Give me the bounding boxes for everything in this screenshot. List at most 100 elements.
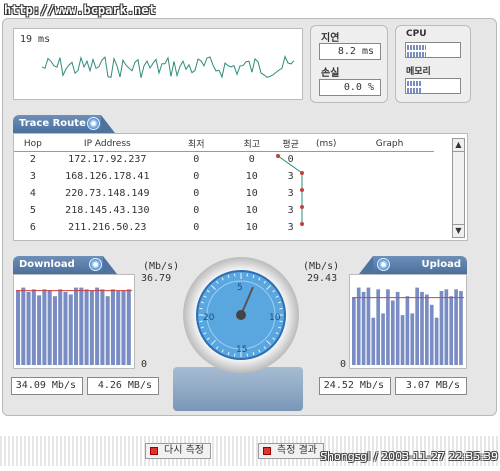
bar xyxy=(26,291,31,365)
graph-cell xyxy=(345,168,434,185)
retest-button[interactable]: 다시 측정 xyxy=(145,443,211,459)
retest-icon xyxy=(150,447,158,455)
unit-cell xyxy=(307,202,345,219)
bar xyxy=(434,317,439,365)
col-header-4: 평균 xyxy=(273,137,308,152)
bar xyxy=(100,289,105,365)
download-bars xyxy=(16,287,132,365)
bar xyxy=(47,290,52,365)
col-header-2: 최저 xyxy=(162,137,230,152)
hop-cell: 6 xyxy=(29,222,36,233)
trace-row[interactable]: 3 168.126.178.41 0 10 3 xyxy=(14,168,434,185)
col-header-1: IP Address xyxy=(51,137,163,152)
bar xyxy=(126,289,131,365)
system-panel: CPU 메모리 xyxy=(395,25,471,103)
download-max: 36.79 xyxy=(141,273,172,284)
upload-tab[interactable]: Upload xyxy=(373,256,467,274)
bar xyxy=(95,287,100,365)
download-chart xyxy=(13,274,135,369)
memory-bar-1 xyxy=(407,81,421,86)
trace-scrollbar[interactable]: ▲ ▼ xyxy=(452,138,465,238)
trace-route-tab[interactable]: Trace Route xyxy=(13,115,115,133)
bar xyxy=(74,287,79,365)
upload-icon[interactable] xyxy=(377,258,390,271)
latency-wave xyxy=(41,55,295,79)
upload-title: Upload xyxy=(421,259,461,270)
loss-label: 손실 xyxy=(321,68,340,79)
main-panel: 19 ms 지연 8.2 ms 손실 0.0 % CPU 메모리 Trace R… xyxy=(2,18,497,416)
min-cell: 0 xyxy=(193,154,200,166)
bar xyxy=(449,296,454,365)
upload-tab-wedge xyxy=(359,256,373,274)
scroll-down-arrow-icon[interactable]: ▼ xyxy=(453,224,464,237)
trace-point xyxy=(300,222,304,226)
trace-row[interactable]: 5 218.145.43.130 0 10 3 xyxy=(14,202,434,219)
bar xyxy=(429,304,434,365)
cpu-meter xyxy=(405,42,461,58)
col-header-3: 최고 xyxy=(229,137,274,152)
memory-meter xyxy=(405,78,461,94)
gauge-label-20: 20 xyxy=(203,313,215,323)
bar xyxy=(105,296,110,365)
trace-table: Hop IP Address 최저 최고 평균 (ms) Graph 2 172.17.92.… xyxy=(14,137,434,236)
bar xyxy=(415,287,419,365)
min-cell: 0 xyxy=(193,188,200,199)
trace-point xyxy=(300,171,304,175)
min-cell: 0 xyxy=(193,222,200,233)
bar xyxy=(395,291,400,365)
max-cell: 10 xyxy=(245,222,258,233)
credit-watermark: Shongsgl / 2003-11-27 22:35:39 xyxy=(320,450,498,463)
trace-row[interactable]: 6 211.216.50.23 0 10 3 xyxy=(14,219,434,236)
result-label: 측정 결과 xyxy=(277,445,317,456)
hop-cell: 5 xyxy=(29,205,36,216)
cpu-bar-1 xyxy=(407,45,426,50)
speed-gauge: 5 10 15 20 xyxy=(183,257,299,373)
upload-chart xyxy=(349,274,467,369)
bar xyxy=(121,291,126,365)
max-cell: 10 xyxy=(245,171,258,182)
hop-cell: 4 xyxy=(29,188,36,199)
download-zero: 0 xyxy=(141,359,148,370)
unit-cell xyxy=(307,168,345,185)
delay-loss-panel: 지연 8.2 ms 손실 0.0 % xyxy=(310,25,388,103)
memory-label: 메모리 xyxy=(406,67,431,77)
col-header-5: (ms) xyxy=(307,137,346,152)
cpu-bar-2 xyxy=(407,52,426,57)
hop-cell: 3 xyxy=(29,171,36,182)
result-icon xyxy=(263,447,271,455)
bar xyxy=(37,295,42,365)
download-tab[interactable]: Download xyxy=(13,256,117,274)
download-unit: (Mb/s) xyxy=(143,261,180,272)
trace-point xyxy=(276,154,280,158)
graph-cell xyxy=(345,202,434,219)
loss-value: 0.0 % xyxy=(319,79,381,96)
bar xyxy=(425,294,429,365)
bar xyxy=(116,291,121,365)
bar xyxy=(84,289,89,365)
col-header-0: Hop xyxy=(14,137,52,152)
trace-row[interactable]: 2 172.17.92.237 0 0 0 xyxy=(14,151,434,168)
result-button[interactable]: 측정 결과 xyxy=(258,443,324,459)
trace-route-title: Trace Route xyxy=(19,118,86,129)
trace-route-icon[interactable] xyxy=(87,117,100,130)
bar xyxy=(376,289,381,365)
bar xyxy=(31,289,36,365)
delay-value: 8.2 ms xyxy=(319,43,381,60)
scroll-up-arrow-icon[interactable]: ▲ xyxy=(453,139,464,152)
ip-cell: 172.17.92.237 xyxy=(68,154,147,166)
max-cell: 10 xyxy=(245,188,258,199)
memory-bar-2 xyxy=(407,88,421,93)
latency-graph: 19 ms xyxy=(13,28,303,100)
bar xyxy=(410,313,415,365)
unit-cell xyxy=(307,219,345,236)
upload-bars xyxy=(352,287,464,365)
unit-cell xyxy=(307,185,345,202)
ip-cell: 211.216.50.23 xyxy=(68,222,147,233)
trace-graph xyxy=(276,154,304,226)
col-header-6: Graph xyxy=(345,137,434,152)
trace-row[interactable]: 4 220.73.148.149 0 10 3 xyxy=(14,185,434,202)
bar xyxy=(352,297,356,365)
gauge-face xyxy=(196,270,286,360)
download-icon[interactable] xyxy=(89,258,102,271)
ip-cell: 168.126.178.41 xyxy=(65,171,150,182)
